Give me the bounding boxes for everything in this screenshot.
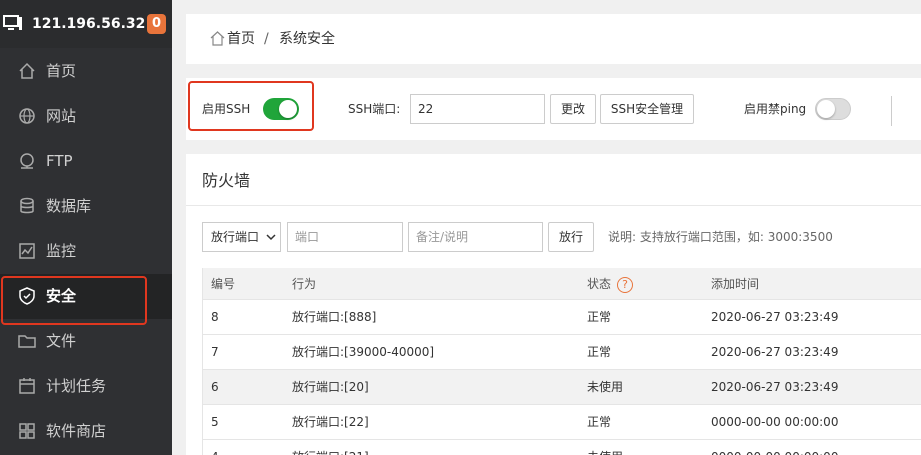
ssh-port-change-button[interactable]: 更改 — [550, 94, 596, 124]
rule-action: 放行端口:[39000-40000] — [292, 345, 435, 359]
divider — [891, 96, 892, 126]
rule-status: 未使用 — [587, 380, 624, 394]
rule-action: 放行端口:[20] — [292, 380, 369, 394]
chevron-down-icon — [266, 234, 276, 241]
sidebar-item-database[interactable]: 数据库 — [0, 184, 172, 229]
server-ip: 121.196.56.32 — [32, 16, 146, 32]
breadcrumb-home[interactable]: 首页 — [227, 30, 255, 48]
sidebar-item-files[interactable]: 文件 — [0, 319, 172, 364]
rule-id: 8 — [211, 310, 219, 324]
ssh-manage-button[interactable]: SSH安全管理 — [600, 94, 694, 124]
apps-icon — [19, 423, 35, 439]
column-header: 行为 — [292, 277, 317, 291]
allow-button[interactable]: 放行 — [548, 222, 594, 252]
rule-id: 7 — [211, 345, 219, 359]
sidebar-item-label: 数据库 — [46, 197, 92, 215]
sidebar-item-label: 首页 — [46, 62, 77, 80]
divider — [186, 205, 921, 206]
firewall-title: 防火墙 — [202, 171, 251, 190]
rule-id: 4 — [211, 440, 219, 455]
database-icon — [20, 197, 34, 214]
port-input[interactable] — [287, 222, 403, 252]
notification-badge[interactable]: 0 — [147, 14, 166, 34]
breadcrumb-current: 系统安全 — [279, 31, 335, 47]
sidebar-item-website[interactable]: 网站 — [0, 94, 172, 139]
breadcrumb: 首页 / 系统安全 — [186, 14, 921, 64]
rule-time: 2020-06-27 03:23:49 — [711, 380, 839, 394]
sidebar-item-label: 计划任务 — [46, 377, 107, 395]
rule-status: 正常 — [587, 415, 612, 429]
rule-action: 放行端口:[21] — [292, 440, 369, 455]
sidebar-item-label: 软件商店 — [46, 422, 107, 440]
rule-status: 正常 — [587, 345, 612, 359]
sidebar-item-security[interactable]: 安全 — [0, 274, 172, 325]
monitor-chart-icon — [19, 243, 35, 259]
table-row: 7 放行端口:[39000-40000] 正常 2020-06-27 03:23… — [202, 335, 921, 370]
firewall-panel: 防火墙 放行端口 放行 说明: 支持放行端口范围，如: 3000:3500 编号… — [186, 154, 921, 455]
remark-input[interactable] — [408, 222, 543, 252]
firewall-table: 编号 行为 状态? 添加时间 8 放行端口:[888] 正常 2020-06-2… — [202, 268, 921, 455]
ssh-toggle[interactable] — [263, 98, 299, 120]
sidebar-item-label: 监控 — [46, 242, 77, 260]
sidebar-item-monitor[interactable]: 监控 — [0, 229, 172, 274]
globe-icon — [19, 108, 35, 124]
ssh-enable-label: 启用SSH — [202, 102, 251, 116]
rule-type-select[interactable]: 放行端口 — [202, 222, 281, 252]
table-row: 4 放行端口:[21] 未使用 0000-00-00 00:00:00 — [202, 440, 921, 455]
folder-icon — [18, 335, 36, 348]
sidebar-item-home[interactable]: 首页 — [0, 49, 172, 94]
rule-action: 放行端口:[888] — [292, 310, 377, 324]
shield-icon — [19, 287, 35, 305]
calendar-icon — [19, 378, 35, 394]
breadcrumb-separator: / — [264, 31, 269, 47]
sidebar-item-label: 安全 — [46, 287, 77, 305]
ssh-port-input[interactable] — [410, 94, 545, 124]
rule-type-value: 放行端口 — [211, 230, 260, 244]
sidebar-item-store[interactable]: 软件商店 — [0, 409, 172, 454]
table-row: 8 放行端口:[888] 正常 2020-06-27 03:23:49 — [202, 300, 921, 335]
home-icon[interactable] — [210, 31, 225, 46]
home-icon — [19, 62, 35, 79]
sidebar-item-label: 文件 — [46, 332, 77, 350]
monitor-icon — [3, 15, 22, 30]
server-header: 121.196.56.32 0 — [0, 0, 172, 48]
rule-time: 2020-06-27 03:23:49 — [711, 345, 839, 359]
column-header: 状态? — [587, 268, 634, 300]
ssh-panel: 启用SSH SSH端口: 更改 SSH安全管理 启用禁ping — [186, 78, 921, 140]
rule-action: 放行端口:[22] — [292, 415, 369, 429]
help-icon[interactable]: ? — [617, 276, 634, 293]
column-header: 编号 — [211, 277, 236, 291]
rule-status: 未使用 — [587, 440, 623, 455]
sidebar-item-label: 网站 — [46, 107, 77, 125]
ping-toggle[interactable] — [815, 98, 851, 120]
table-row: 6 放行端口:[20] 未使用 2020-06-27 03:23:49 — [202, 370, 921, 405]
ping-disable-label: 启用禁ping — [744, 102, 807, 116]
rule-id: 6 — [211, 380, 219, 394]
sidebar-item-ftp[interactable]: FTP — [0, 139, 172, 184]
rule-id: 5 — [211, 415, 219, 429]
rule-time: 0000-00-00 00:00:00 — [711, 415, 839, 429]
rule-time: 2020-06-27 03:23:49 — [711, 310, 839, 324]
firewall-note: 说明: 支持放行端口范围，如: 3000:3500 — [608, 230, 833, 244]
table-header: 编号 行为 状态? 添加时间 — [202, 268, 921, 300]
sidebar: 121.196.56.32 0 首页 网站 FTP 数据库 监控 安全 文件 计… — [0, 0, 172, 455]
sidebar-item-label: FTP — [46, 152, 73, 170]
toggle-knob — [817, 100, 835, 118]
rule-time: 0000-00-00 00:00:00 — [711, 440, 838, 455]
table-row: 5 放行端口:[22] 正常 0000-00-00 00:00:00 — [202, 405, 921, 440]
ssh-port-label: SSH端口: — [348, 102, 401, 116]
rule-status: 正常 — [587, 310, 612, 324]
ftp-icon — [20, 153, 34, 169]
column-header: 添加时间 — [711, 277, 760, 291]
sidebar-item-cron[interactable]: 计划任务 — [0, 364, 172, 409]
toggle-knob — [279, 100, 297, 118]
